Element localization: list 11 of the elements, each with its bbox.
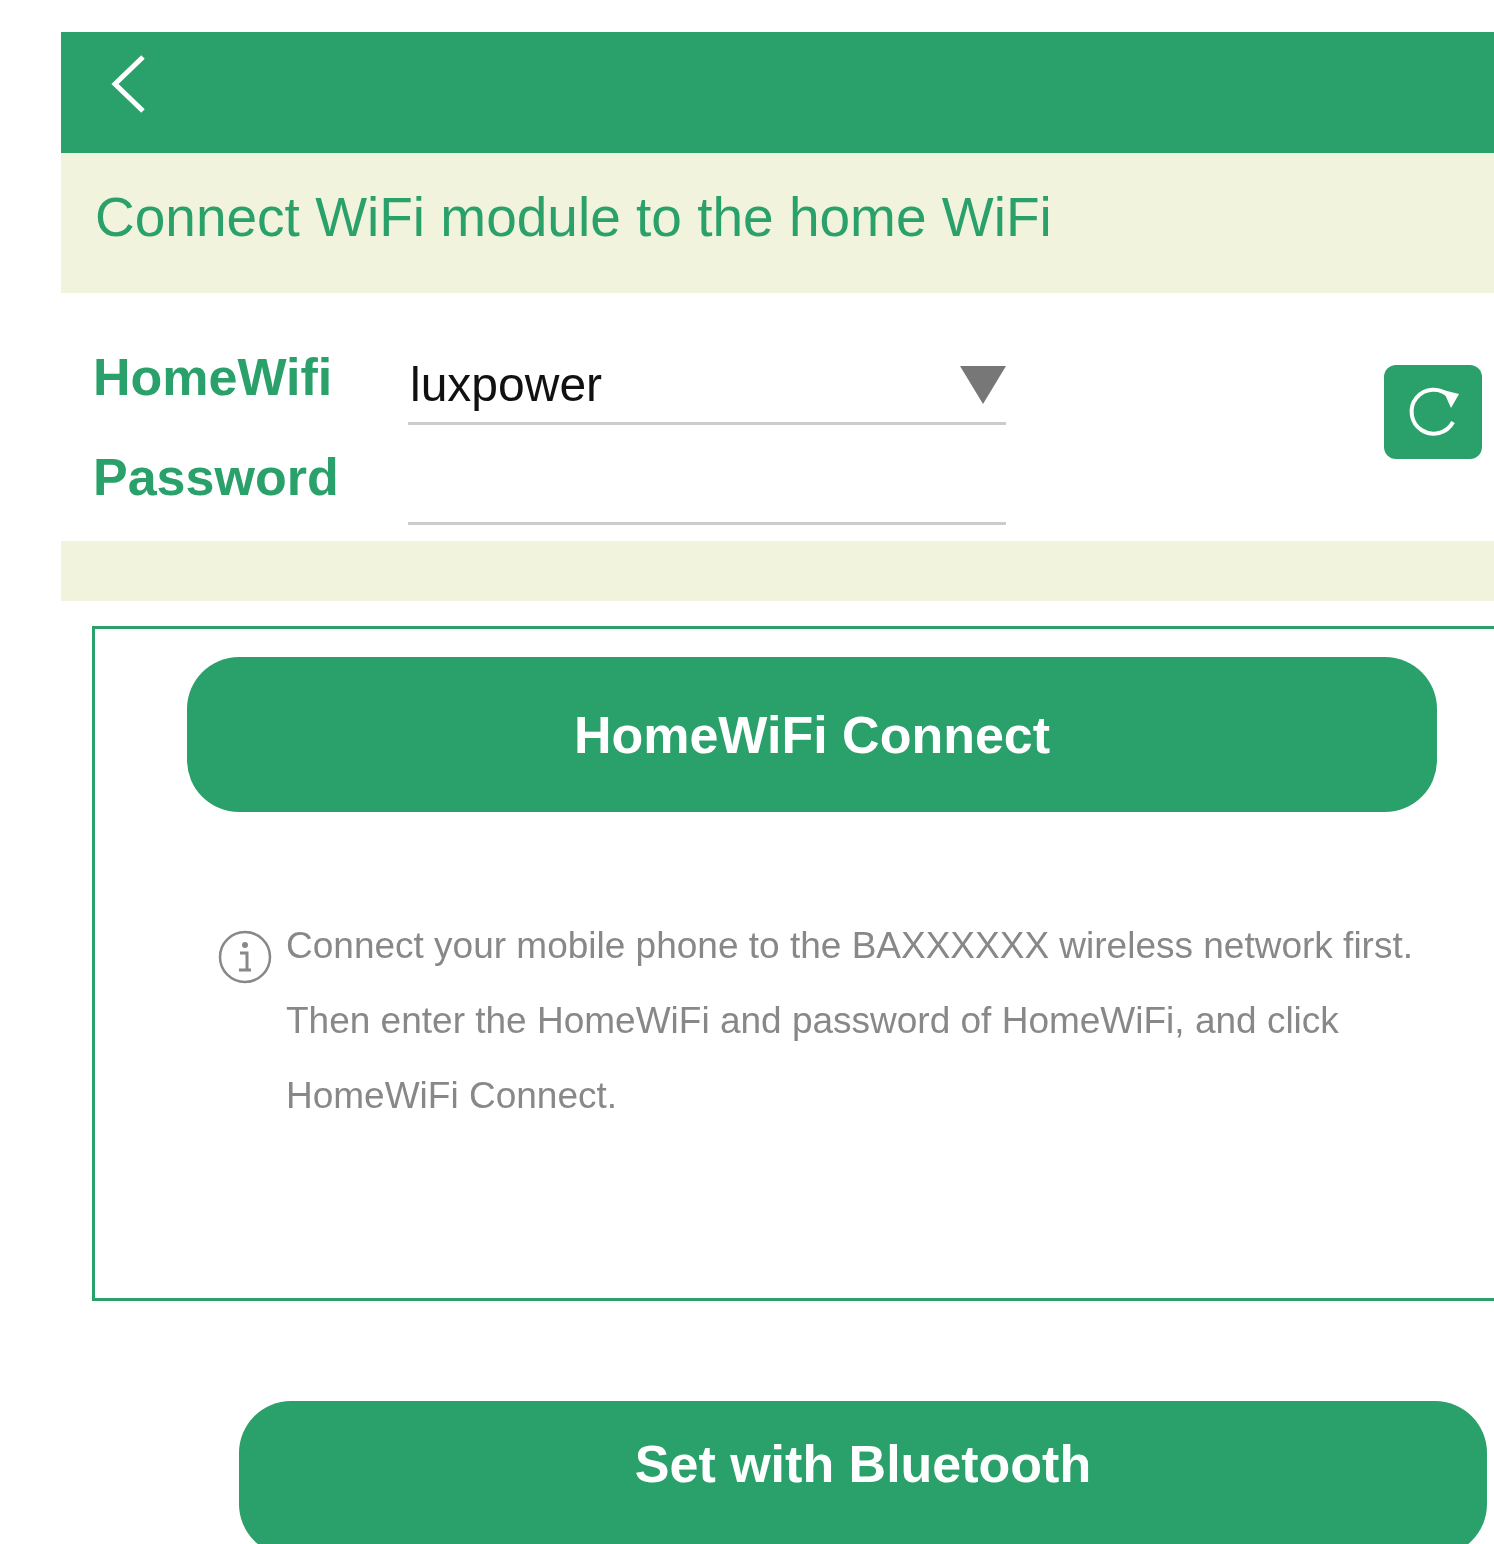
field-label: Password: [92, 447, 340, 508]
page-title: Connect WiFi module to the home WiFi: [95, 186, 1052, 248]
set-with-bluetooth-button[interactable]: Set with Bluetooth: [239, 1401, 1487, 1544]
wifi-dropdown[interactable]: luxpower: [408, 347, 1006, 425]
refresh-button[interactable]: [1384, 365, 1482, 459]
back-icon: [111, 55, 147, 113]
info-text: Connect your mobile phone to the BAXXXXXX wireless network first. Then enter the HomeWiFi and password of HomeWiFi, and click HomeWiFi Connect.: [286, 924, 1414, 1118]
field-label: HomeWifi: [92, 347, 334, 408]
info-icon: [218, 930, 272, 984]
dropdown-arrow-icon: [960, 365, 1006, 404]
homewifi-connect-button[interactable]: HomeWiFi Connect: [187, 657, 1437, 812]
